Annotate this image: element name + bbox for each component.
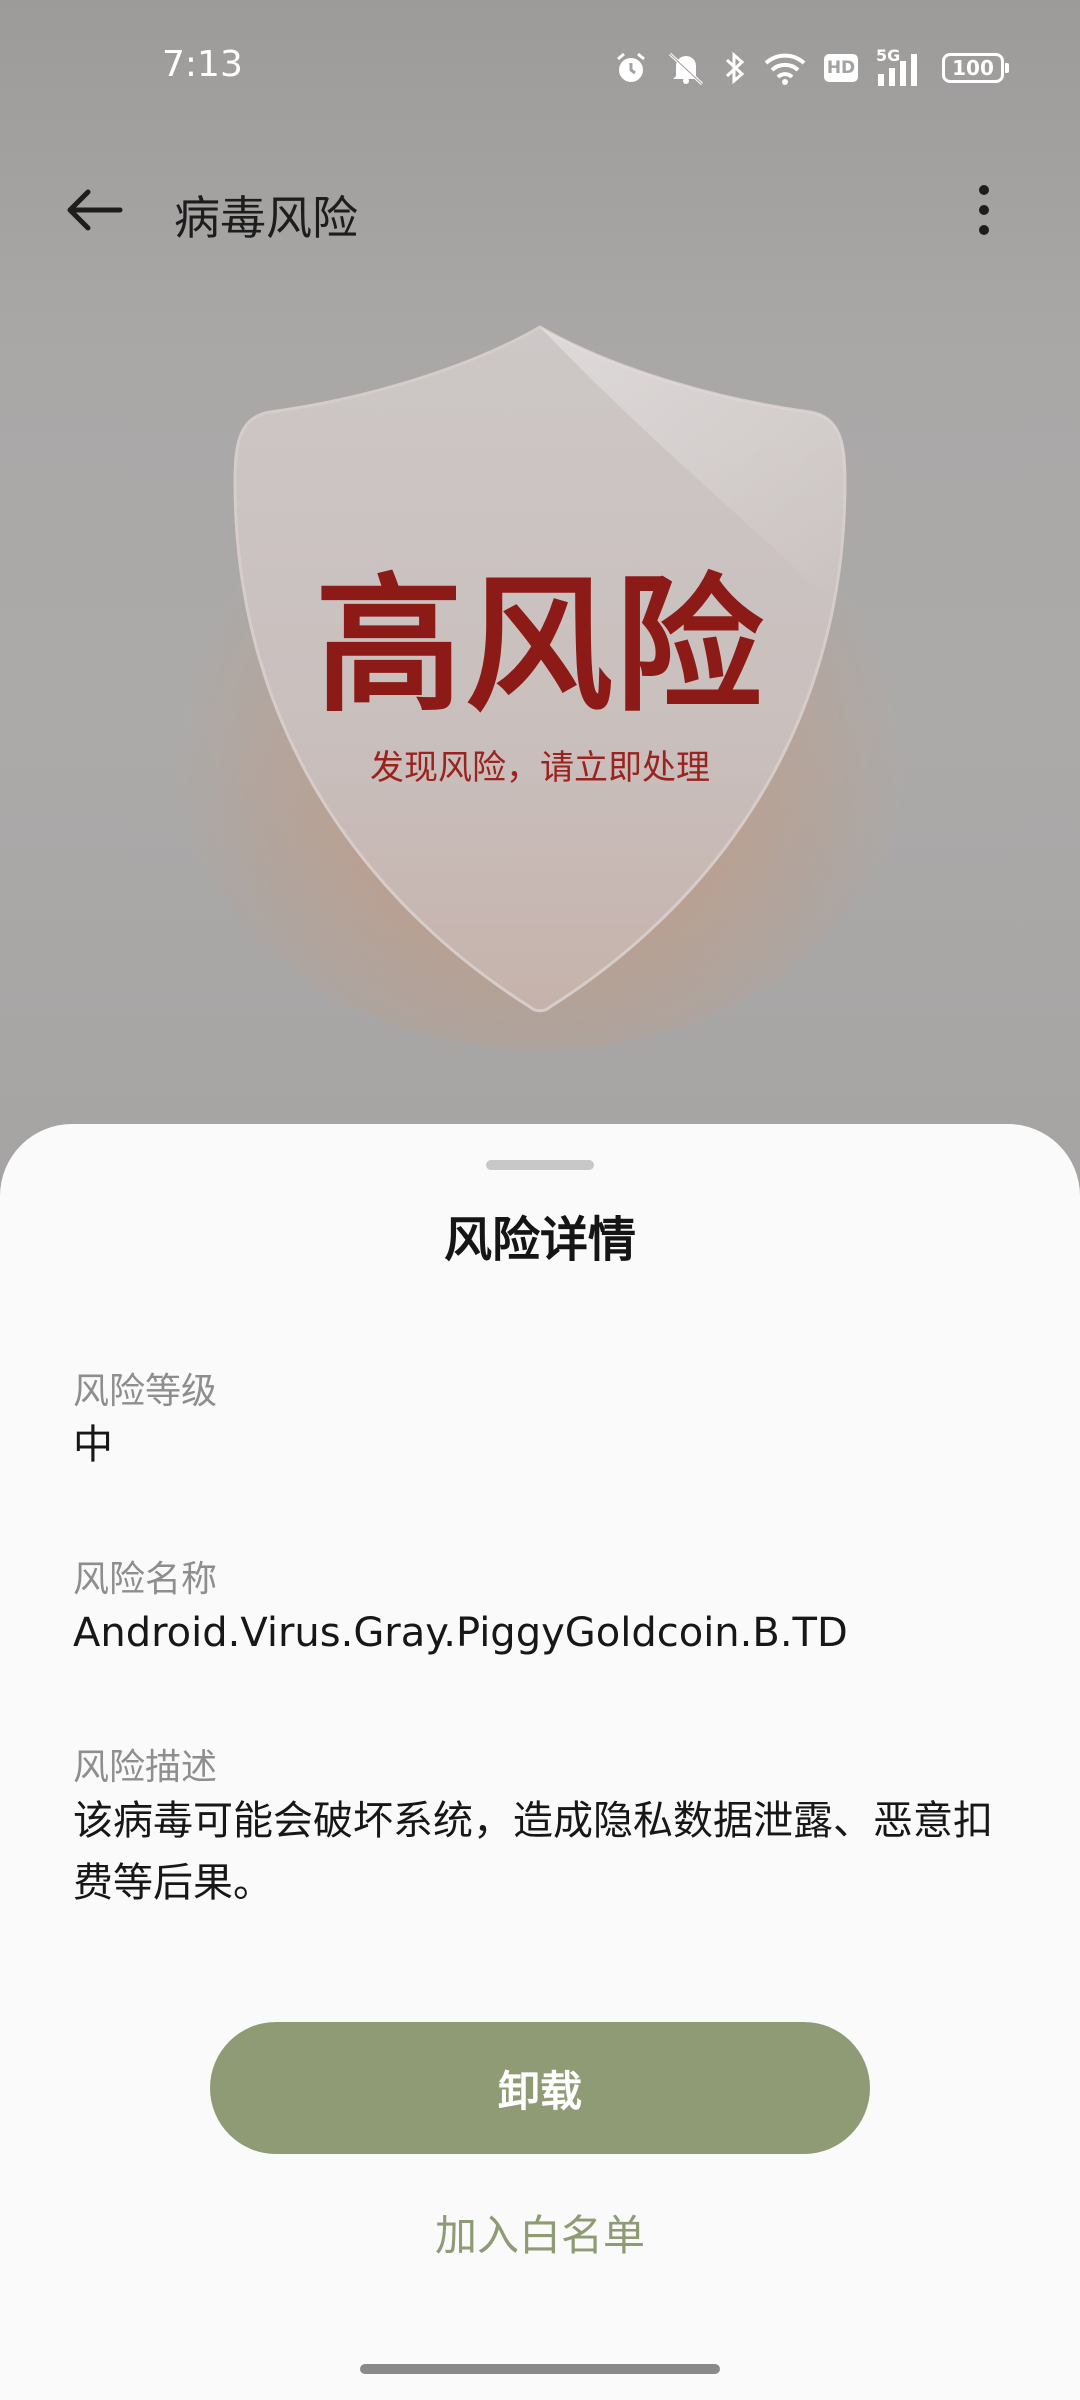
uninstall-button[interactable]: 卸载 <box>210 2022 870 2154</box>
top-app-bar: 病毒风险 <box>0 150 1080 270</box>
page-title: 病毒风险 <box>174 191 358 245</box>
risk-subtitle: 发现风险，请立即处理 <box>370 748 710 788</box>
mute-icon <box>668 52 704 86</box>
status-time: 7:13 <box>162 44 243 85</box>
add-to-whitelist-button[interactable]: 加入白名单 <box>0 2202 1080 2263</box>
signal-icon: 5G <box>876 46 924 86</box>
risk-details-sheet: 风险详情 风险等级 中 风险名称 Android.Virus.Gray.Pigg… <box>0 1124 1080 2400</box>
risk-level-label: 风险等级 <box>73 1371 218 1412</box>
risk-shield-illustration: 高风险 发现风险，请立即处理 <box>0 300 1080 1100</box>
more-vertical-icon[interactable] <box>964 180 1004 240</box>
risk-level-title: 高风险 <box>315 560 765 732</box>
home-indicator[interactable] <box>360 2364 720 2374</box>
arrow-left-icon[interactable] <box>60 180 130 240</box>
network-type-label: 5G <box>876 46 901 65</box>
risk-name-label: 风险名称 <box>73 1559 218 1600</box>
sheet-drag-handle[interactable] <box>486 1160 594 1170</box>
risk-level-value: 中 <box>73 1422 113 1468</box>
risk-name-value: Android.Virus.Gray.PiggyGoldcoin.B.TD <box>73 1610 848 1656</box>
alarm-icon <box>617 52 645 82</box>
status-bar: 7:13 HD 5G 100 <box>0 0 1080 130</box>
battery-icon: 100 <box>942 53 1009 83</box>
background-page: 7:13 HD 5G 100 病毒风险 高风险 发现风险，请立即处理 <box>0 0 1080 1200</box>
risk-description-value: 该病毒可能会破坏系统，造成隐私数据泄露、恶意扣费等后果。 <box>73 1798 993 1906</box>
wifi-icon <box>764 53 806 85</box>
bluetooth-icon <box>725 51 745 85</box>
battery-level: 100 <box>952 56 994 80</box>
risk-description-label: 风险描述 <box>73 1747 218 1788</box>
sheet-title: 风险详情 <box>443 1212 636 1268</box>
hd-icon: HD <box>824 54 858 82</box>
status-icons: HD 5G 100 <box>614 46 1009 88</box>
